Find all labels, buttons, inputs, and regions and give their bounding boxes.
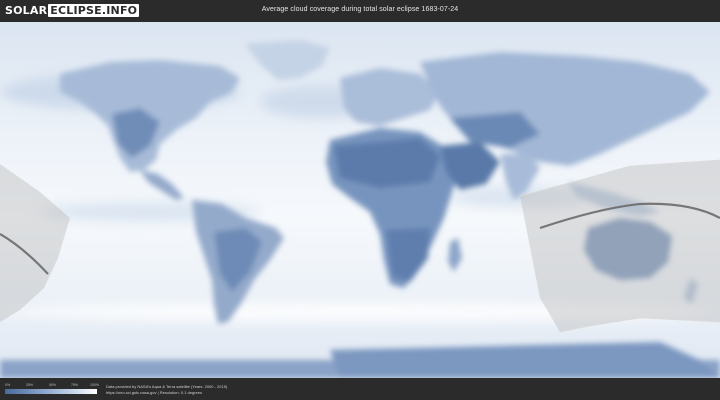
cloud-coverage-scale-bar <box>5 389 97 394</box>
world-map-svg <box>0 22 720 378</box>
page-title: Average cloud coverage during total sola… <box>261 6 459 13</box>
cloud-coverage-map <box>0 22 720 378</box>
scale-tick-100: 100% <box>90 383 99 387</box>
scale-tick-50: 50% <box>49 383 57 387</box>
scale-tick-75: 75% <box>71 383 79 387</box>
scale-tick-0: 0% <box>5 383 11 387</box>
header-bar: SOLAR ECLIPSE.INFO Average cloud coverag… <box>0 0 720 22</box>
scale-tick-25: 25% <box>26 383 34 387</box>
footer-bar: 0% 25% 50% 75% 100% Data provided by NAS… <box>0 378 720 400</box>
data-credit-line-2[interactable]: https://neo.sci.gsfc.nasa.gov | Resoluti… <box>106 390 202 395</box>
scale-tick-labels: 0% 25% 50% 75% 100% <box>5 383 99 388</box>
data-credit-line-1: Data provided by NASA's Aqua & Terra sat… <box>106 384 228 389</box>
